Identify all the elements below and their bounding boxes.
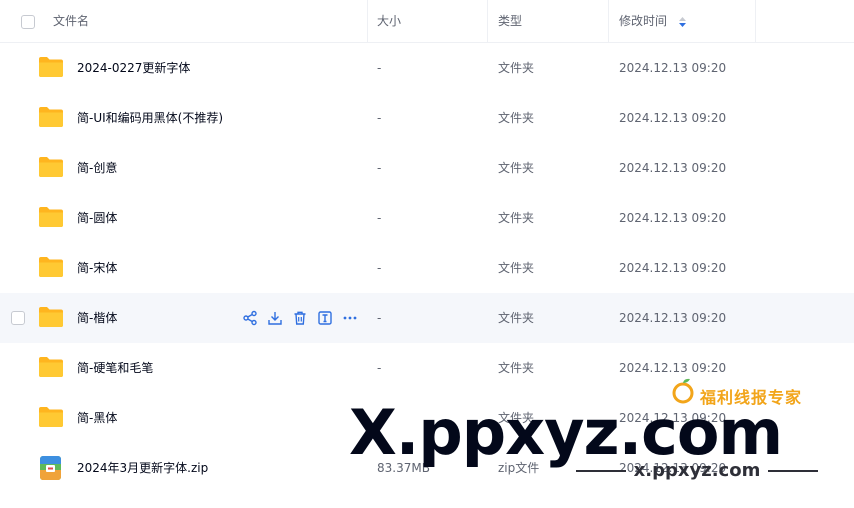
file-row[interactable]: 2024年3月更新字体.zip 83.37MB zip文件 2024.12.13… [0,443,854,493]
file-list-page: 文件名 大小 类型 修改时间 2024-0227更新字体 - 文件夹 2024.… [0,0,854,508]
column-header-time-label: 修改时间 [619,14,668,28]
file-size: - [377,411,382,425]
file-type: 文件夹 [498,361,535,375]
column-divider [487,0,488,42]
download-icon[interactable] [267,310,283,326]
file-name[interactable]: 简-UI和编码用黑体(不推荐) [77,93,223,143]
sort-desc-icon[interactable] [678,16,686,27]
file-modified-time: 2024.12.13 09:20 [619,161,727,175]
file-type: 文件夹 [498,261,535,275]
file-size: 83.37MB [377,461,430,475]
file-name[interactable]: 2024年3月更新字体.zip [77,443,208,493]
file-list-header: 文件名 大小 类型 修改时间 [0,0,854,43]
file-modified-time: 2024.12.13 09:20 [619,211,727,225]
file-size: - [377,161,382,175]
file-size: - [377,261,382,275]
file-type: 文件夹 [498,411,535,425]
file-type: 文件夹 [498,311,535,325]
share-icon[interactable] [242,310,258,326]
column-divider [367,0,368,42]
row-checkbox[interactable] [11,311,25,325]
file-rows: 2024-0227更新字体 - 文件夹 2024.12.13 09:20 简-U… [0,43,854,493]
delete-icon[interactable] [292,310,308,326]
folder-icon [39,257,63,277]
file-row[interactable]: 简-硬笔和毛笔 - 文件夹 2024.12.13 09:20 [0,343,854,393]
file-type: 文件夹 [498,211,535,225]
column-divider [608,0,609,42]
zip-archive-icon [40,456,61,480]
column-header-name[interactable]: 文件名 [53,0,89,43]
file-row-hovered[interactable]: 简-楷体 - 文件夹 2024.12.13 09:20 [0,293,854,343]
file-modified-time: 2024.12.13 09:20 [619,311,727,325]
folder-icon [39,357,63,377]
column-header-time[interactable]: 修改时间 [619,0,686,43]
file-row[interactable]: 简-宋体 - 文件夹 2024.12.13 09:20 [0,243,854,293]
file-row[interactable]: 简-UI和编码用黑体(不推荐) - 文件夹 2024.12.13 09:20 [0,93,854,143]
file-name[interactable]: 简-硬笔和毛笔 [77,343,153,393]
folder-icon [39,57,63,77]
folder-icon [39,207,63,227]
select-all-checkbox[interactable] [21,15,35,29]
rename-icon[interactable] [317,310,333,326]
file-name[interactable]: 简-圆体 [77,193,117,243]
file-size: - [377,361,382,375]
file-type: 文件夹 [498,61,535,75]
file-row[interactable]: 简-黑体 - 文件夹 2024.12.13 09:20 [0,393,854,443]
file-name[interactable]: 简-楷体 [77,293,117,343]
file-modified-time: 2024.12.13 09:20 [619,61,727,75]
file-name[interactable]: 简-宋体 [77,243,117,293]
more-icon[interactable] [342,310,358,326]
folder-icon [39,107,63,127]
file-modified-time: 2024.12.13 09:20 [619,461,727,475]
file-modified-time: 2024.12.13 09:20 [619,111,727,125]
file-row[interactable]: 简-圆体 - 文件夹 2024.12.13 09:20 [0,193,854,243]
folder-icon [39,157,63,177]
file-name[interactable]: 2024-0227更新字体 [77,43,190,93]
file-type: 文件夹 [498,161,535,175]
file-name[interactable]: 简-创意 [77,143,117,193]
file-type: zip文件 [498,461,540,475]
file-size: - [377,311,382,325]
file-modified-time: 2024.12.13 09:20 [619,361,727,375]
file-size: - [377,61,382,75]
folder-icon [39,407,63,427]
column-header-size[interactable]: 大小 [377,0,401,43]
file-modified-time: 2024.12.13 09:20 [619,411,727,425]
file-row[interactable]: 2024-0227更新字体 - 文件夹 2024.12.13 09:20 [0,43,854,93]
file-row[interactable]: 简-创意 - 文件夹 2024.12.13 09:20 [0,143,854,193]
file-size: - [377,211,382,225]
file-name[interactable]: 简-黑体 [77,393,117,443]
file-modified-time: 2024.12.13 09:20 [619,261,727,275]
column-header-type[interactable]: 类型 [498,0,522,43]
file-type: 文件夹 [498,111,535,125]
file-size: - [377,111,382,125]
folder-icon [39,307,63,327]
column-divider [755,0,756,42]
